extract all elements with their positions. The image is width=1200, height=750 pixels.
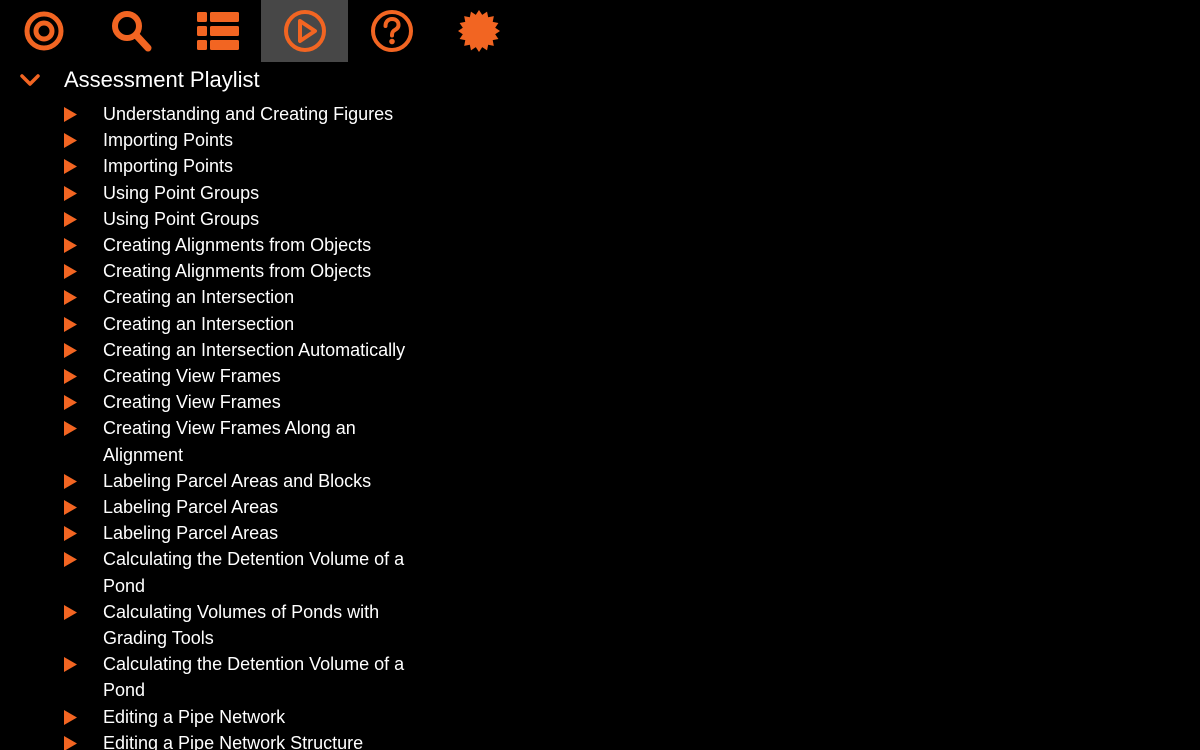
playlist-item-label: Editing a Pipe Network Structure [103,732,364,750]
playlist-item[interactable]: Creating View Frames [0,389,413,415]
play-icon [64,316,77,332]
playlist-item[interactable]: Editing a Pipe Network [0,704,413,730]
playlist-item-label: Creating an Intersection [103,287,295,308]
playlist-item[interactable]: Labeling Parcel Areas [0,520,413,546]
help-button[interactable] [348,0,435,62]
playlist-item[interactable]: Creating Alignments from Objects [0,232,413,258]
playlist-item[interactable]: Creating an Intersection [0,284,413,310]
play-icon [64,709,77,725]
play-icon [64,107,77,122]
playlist-item-label: Creating Alignments from Objects [103,261,372,282]
playlist-item-label: Importing Points [103,130,234,151]
playlist-item[interactable]: Calculating the Detention Volume of a Po… [0,546,413,598]
playlist-item[interactable]: Creating View Frames Along an Alignment [0,415,413,467]
playlist-item-label: Calculating the Detention Volume of a Po… [103,654,405,701]
playlist-item[interactable]: Editing a Pipe Network Structure [0,730,413,750]
search-icon [111,11,151,52]
play-icon [64,133,77,149]
toolbar [0,0,522,62]
playlist-header[interactable]: Assessment Playlist [0,62,500,98]
play-icon [64,500,77,516]
playlist-item-label: Labeling Parcel Areas [103,523,279,544]
badge-icon [457,10,500,52]
play-icon [64,657,77,673]
playlist-item[interactable]: Creating View Frames [0,363,413,389]
playlist-item-label: Importing Points [103,156,234,177]
play-icon [64,369,77,385]
playlist-item-label: Editing a Pipe Network [103,706,286,727]
playlist-item[interactable]: Creating Alignments from Objects [0,258,413,284]
playlist-item[interactable]: Using Point Groups [0,206,413,232]
playlist-item-label: Creating View Frames [103,366,281,387]
help-icon [370,10,413,52]
badge-button[interactable] [435,0,522,62]
playlist-item[interactable]: Creating an Intersection [0,311,413,337]
play-icon [64,421,77,437]
play-circle-icon [283,10,326,52]
playlist-title: Assessment Playlist [64,67,260,92]
play-icon [64,735,77,750]
list-button[interactable] [174,0,261,62]
playlist-item-label: Calculating Volumes of Ponds with Gradin… [103,601,380,649]
playlist-item-label: Creating Alignments from Objects [103,235,372,256]
playlist-item-label: Creating an Intersection Automatically [103,339,406,360]
chevron-down-icon[interactable] [19,72,41,88]
playlist-item-label: Calculating the Detention Volume of a Po… [103,549,405,596]
playlist-item-label: Creating View Frames [103,392,281,413]
list-icon [196,12,239,50]
play-icon [64,342,77,358]
playlist-item[interactable]: Creating an Intersection Automatically [0,337,413,363]
playlist-tab-button[interactable] [261,0,348,62]
play-icon [64,211,77,227]
playlist-item[interactable]: Labeling Parcel Areas [0,494,413,520]
play-icon [64,185,77,201]
playlist-item[interactable]: Understanding and Creating Figures [0,101,413,127]
search-button[interactable] [87,0,174,62]
play-icon [64,473,77,489]
playlist-item-label: Labeling Parcel Areas and Blocks [103,470,372,491]
play-icon [64,238,77,254]
play-icon [64,159,77,175]
playlist-item[interactable]: Labeling Parcel Areas and Blocks [0,468,413,494]
play-icon [64,395,77,411]
playlist-item[interactable]: Calculating the Detention Volume of a Po… [0,651,413,703]
playlist-item-label: Using Point Groups [103,182,260,203]
target-button[interactable] [0,0,87,62]
play-icon [64,604,77,620]
playlist-item-label: Labeling Parcel Areas [103,497,279,518]
target-icon [24,11,63,51]
playlist-item[interactable]: Importing Points [0,153,413,179]
playlist-item[interactable]: Using Point Groups [0,180,413,206]
play-icon [64,552,77,568]
playlist-item-label: Creating View Frames Along an Alignment [103,418,356,465]
play-icon [64,526,77,542]
playlist-item[interactable]: Importing Points [0,127,413,153]
playlist-list: Understanding and Creating Figures Import… [0,101,520,750]
playlist-item-label: Creating an Intersection [103,313,295,334]
playlist-item[interactable]: Calculating Volumes of Ponds with Gradin… [0,599,413,651]
play-icon [64,264,77,280]
playlist-item-label: Understanding and Creating Figures [103,104,394,124]
playlist-item-label: Using Point Groups [103,208,260,229]
play-icon [64,290,77,306]
